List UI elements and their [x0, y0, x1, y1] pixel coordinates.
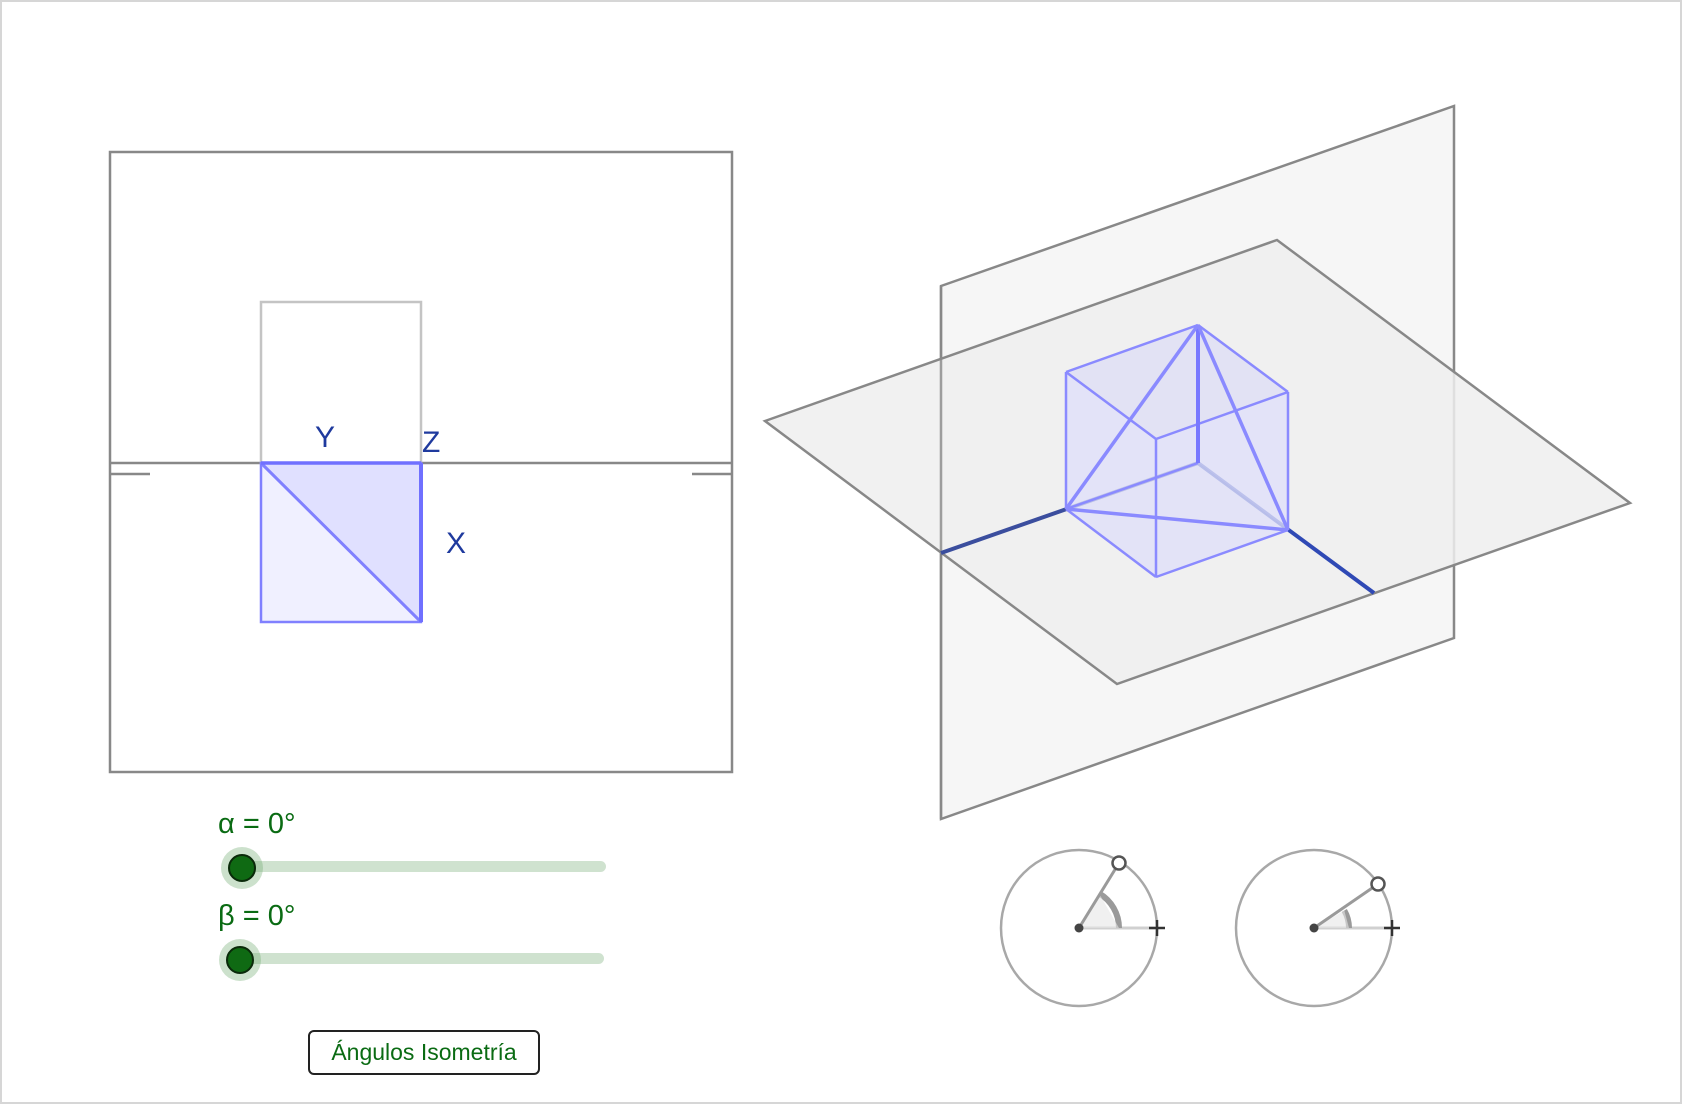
alpha-slider-label: α = 0°	[218, 808, 296, 840]
axis-label-y: Y	[315, 421, 335, 454]
geogebra-app: Y Z X α = 0° β = 0° Ángulos Isometría	[0, 0, 1682, 1104]
axis-label-x: X	[446, 527, 466, 560]
beta-slider-track[interactable]	[226, 953, 604, 964]
orthographic-view: Y Z X	[108, 150, 734, 774]
alpha-slider-track[interactable]	[228, 861, 606, 872]
axis-label-z: Z	[422, 426, 440, 459]
angle-dial-icon[interactable]	[999, 848, 1165, 1008]
angle-dial-icon[interactable]	[1234, 848, 1400, 1008]
drawing-canvas: Y Z X	[108, 104, 1633, 1008]
beta-slider-label: β = 0°	[218, 900, 296, 932]
alpha-slider-handle[interactable]	[228, 854, 256, 882]
isometry-angles-button[interactable]: Ángulos Isometría	[308, 1030, 540, 1075]
isometric-view	[762, 104, 1633, 821]
beta-slider-handle[interactable]	[226, 946, 254, 974]
